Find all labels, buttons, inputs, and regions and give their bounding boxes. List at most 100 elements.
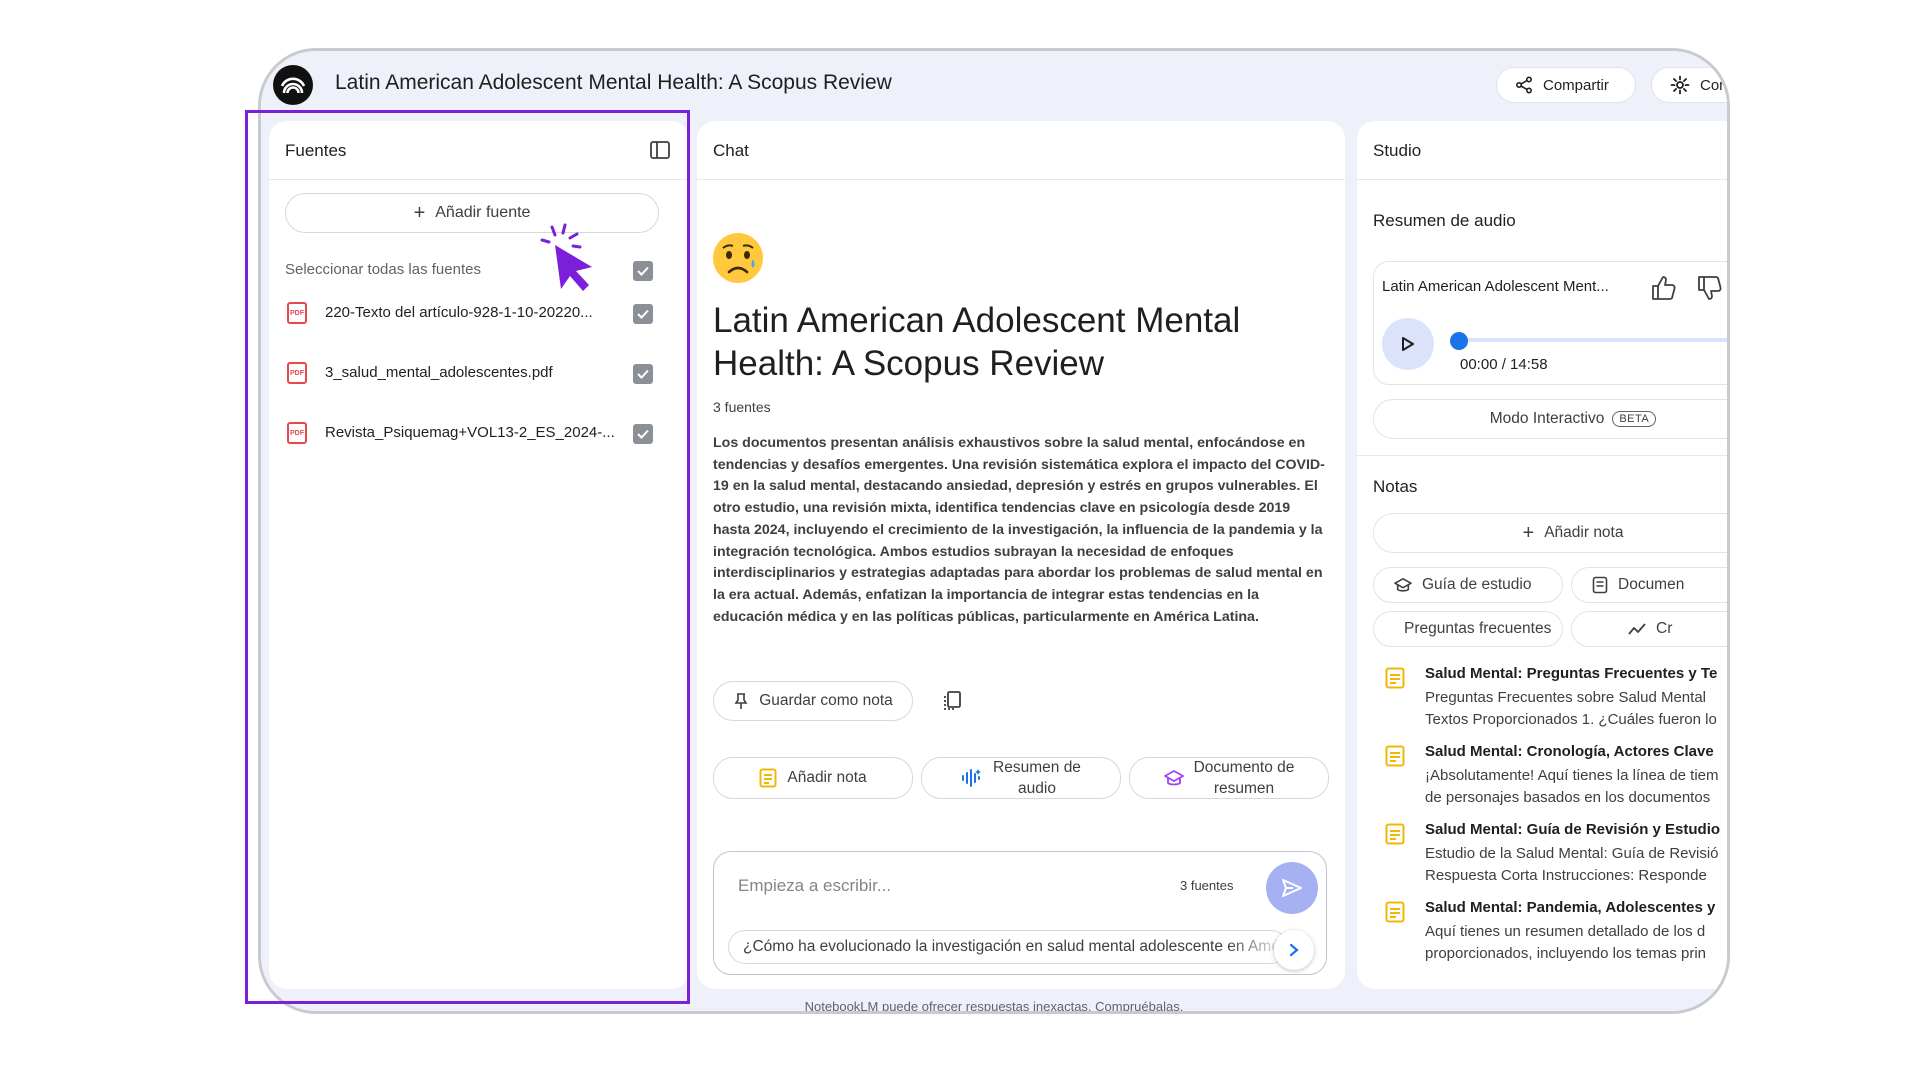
source-checkbox[interactable] [633,364,653,384]
chevron-right-icon [1289,943,1299,957]
document-summary-button[interactable]: Documento de resumen [1129,757,1329,799]
notebooklm-logo-icon[interactable] [273,65,313,105]
faq-chip[interactable]: Preguntas frecuentes [1373,611,1563,647]
chat-composer: 3 fuentes ¿Cómo ha evolucionado la inves… [713,851,1327,975]
chat-input[interactable] [738,872,1158,900]
pin-icon [734,693,748,709]
audio-overview-title: Resumen de audio [1373,211,1516,230]
notes-title: Notas [1373,477,1418,496]
settings-button[interactable]: Con [1651,67,1728,103]
audio-progress-handle[interactable] [1450,332,1468,350]
source-item[interactable]: PDF 220-Texto del artículo-928-1-10-2022… [285,299,679,329]
sad-face-emoji-icon [713,233,763,283]
top-bar: Latin American Adolescent Mental Health:… [261,51,1727,119]
chat-source-count: 3 fuentes [713,399,771,415]
add-note-label: Añadir nota [1544,524,1624,541]
audio-summary-label: Resumen de audio [993,759,1081,797]
beta-badge: BETA [1612,411,1657,427]
next-suggestion-button[interactable] [1274,930,1314,970]
thumbs-down-icon[interactable] [1696,274,1724,302]
study-guide-chip[interactable]: Guía de estudio [1373,567,1563,603]
gear-icon [1670,75,1690,95]
collapse-panel-icon[interactable] [649,139,671,161]
source-name: Revista_Psiquemag+VOL13-2_ES_2024-... [325,424,615,441]
save-as-note-label: Guardar como nota [759,692,893,709]
copy-icon[interactable] [941,689,965,713]
select-all-label: Seleccionar todas las fuentes [285,261,481,278]
audio-title: Latin American Adolescent Ment... [1382,278,1609,295]
suggested-question[interactable]: ¿Cómo ha evolucionado la investigación e… [728,930,1288,964]
check-icon [637,429,649,439]
save-as-note-button[interactable]: Guardar como nota [713,681,913,721]
sources-panel: Fuentes + Añadir fuente Seleccionar toda… [269,121,689,989]
add-source-button[interactable]: + Añadir fuente [285,193,659,233]
trend-icon [1628,623,1646,635]
check-icon [637,309,649,319]
graduation-cap-icon [1394,577,1412,592]
document-chip[interactable]: Documen [1571,567,1727,603]
source-checkbox[interactable] [633,424,653,444]
notebook-summary: Los documentos presentan análisis exhaus… [713,435,1325,625]
device-frame: Latin American Adolescent Mental Health:… [258,48,1730,1014]
share-label: Compartir [1543,76,1609,94]
note-icon [1385,901,1405,923]
note-title: Salud Mental: Preguntas Frecuentes y Te [1425,665,1718,682]
send-icon [1282,879,1302,897]
audio-overview-card: Latin American Adolescent Ment... 00:00 … [1373,261,1727,385]
disclaimer: NotebookLM puede ofrecer respuestas inex… [804,999,1184,1014]
audio-progress-track[interactable] [1460,338,1727,342]
note-preview: ¡Absolutamente! Aquí tienes la línea de … [1425,767,1719,806]
source-name: 3_salud_mental_adolescentes.pdf [325,364,553,381]
select-all-checkbox[interactable] [633,261,653,281]
note-title: Salud Mental: Guía de Revisión y Estudio [1425,821,1721,838]
document-summary-label: Documento de resumen [1193,759,1295,797]
source-checkbox[interactable] [633,304,653,324]
audio-time: 00:00 / 14:58 [1460,356,1548,373]
suggested-question-text: ¿Cómo ha evolucionado la investigación e… [743,938,1287,955]
document-icon [1592,576,1608,594]
notebooklm-app: Latin American Adolescent Mental Health:… [261,51,1727,1011]
note-item[interactable]: Salud Mental: Preguntas Frecuentes y Te … [1373,665,1727,729]
check-icon [637,369,649,379]
note-item[interactable]: Salud Mental: Cronología, Actores Clave … [1373,743,1727,807]
chat-panel: Chat Latin American Adolescent Mental He… [697,121,1345,989]
note-icon [759,768,777,788]
studio-panel: Studio Resumen de audio Latin American A… [1357,121,1727,989]
note-item[interactable]: Salud Mental: Guía de Revisión y Estudio… [1373,821,1727,885]
plus-icon: + [1522,522,1535,544]
note-icon [1385,745,1405,767]
share-button[interactable]: Compartir [1496,67,1636,103]
interactive-mode-label: Modo Interactivo [1489,410,1605,427]
chat-divider [697,179,1345,180]
composer-source-count: 3 fuentes [1180,878,1234,893]
settings-label: Con [1700,76,1728,94]
source-name: 220-Texto del artículo-928-1-10-20220... [325,304,593,321]
interactive-mode-button[interactable]: Modo Interactivo BETA [1373,399,1727,439]
source-item[interactable]: PDF Revista_Psiquemag+VOL13-2_ES_2024-..… [285,419,679,449]
sources-panel-title: Fuentes [285,141,347,160]
chat-panel-title: Chat [713,141,749,160]
add-note-label: Añadir nota [787,769,867,786]
chat-heading: Latin American Adolescent Mental Health:… [713,301,1241,383]
notebook-title[interactable]: Latin American Adolescent Mental Health:… [335,71,892,95]
source-item[interactable]: PDF 3_salud_mental_adolescentes.pdf [285,359,679,389]
note-preview: Aquí tienes un resumen detallado de los … [1425,923,1706,962]
plus-icon: + [413,202,426,224]
click-cursor-icon [540,223,592,291]
graduation-cap-icon [1163,770,1184,786]
thumbs-up-icon[interactable] [1650,274,1678,302]
share-icon [1515,76,1533,94]
timeline-chip[interactable]: Cr [1571,611,1727,647]
note-item[interactable]: Salud Mental: Pandemia, Adolescentes y A… [1373,899,1727,963]
studio-panel-title: Studio [1373,141,1422,160]
pdf-icon: PDF [287,422,307,444]
play-button[interactable] [1382,318,1434,370]
audio-summary-button[interactable]: Resumen de audio [921,757,1121,799]
add-note-button[interactable]: Añadir nota [713,757,913,799]
note-preview: Estudio de la Salud Mental: Guía de Revi… [1425,845,1719,884]
studio-top-divider [1357,179,1727,180]
add-note-button[interactable]: + Añadir nota [1373,513,1727,553]
audio-waveform-icon [962,769,982,787]
pdf-icon: PDF [287,362,307,384]
send-button[interactable] [1266,862,1318,914]
